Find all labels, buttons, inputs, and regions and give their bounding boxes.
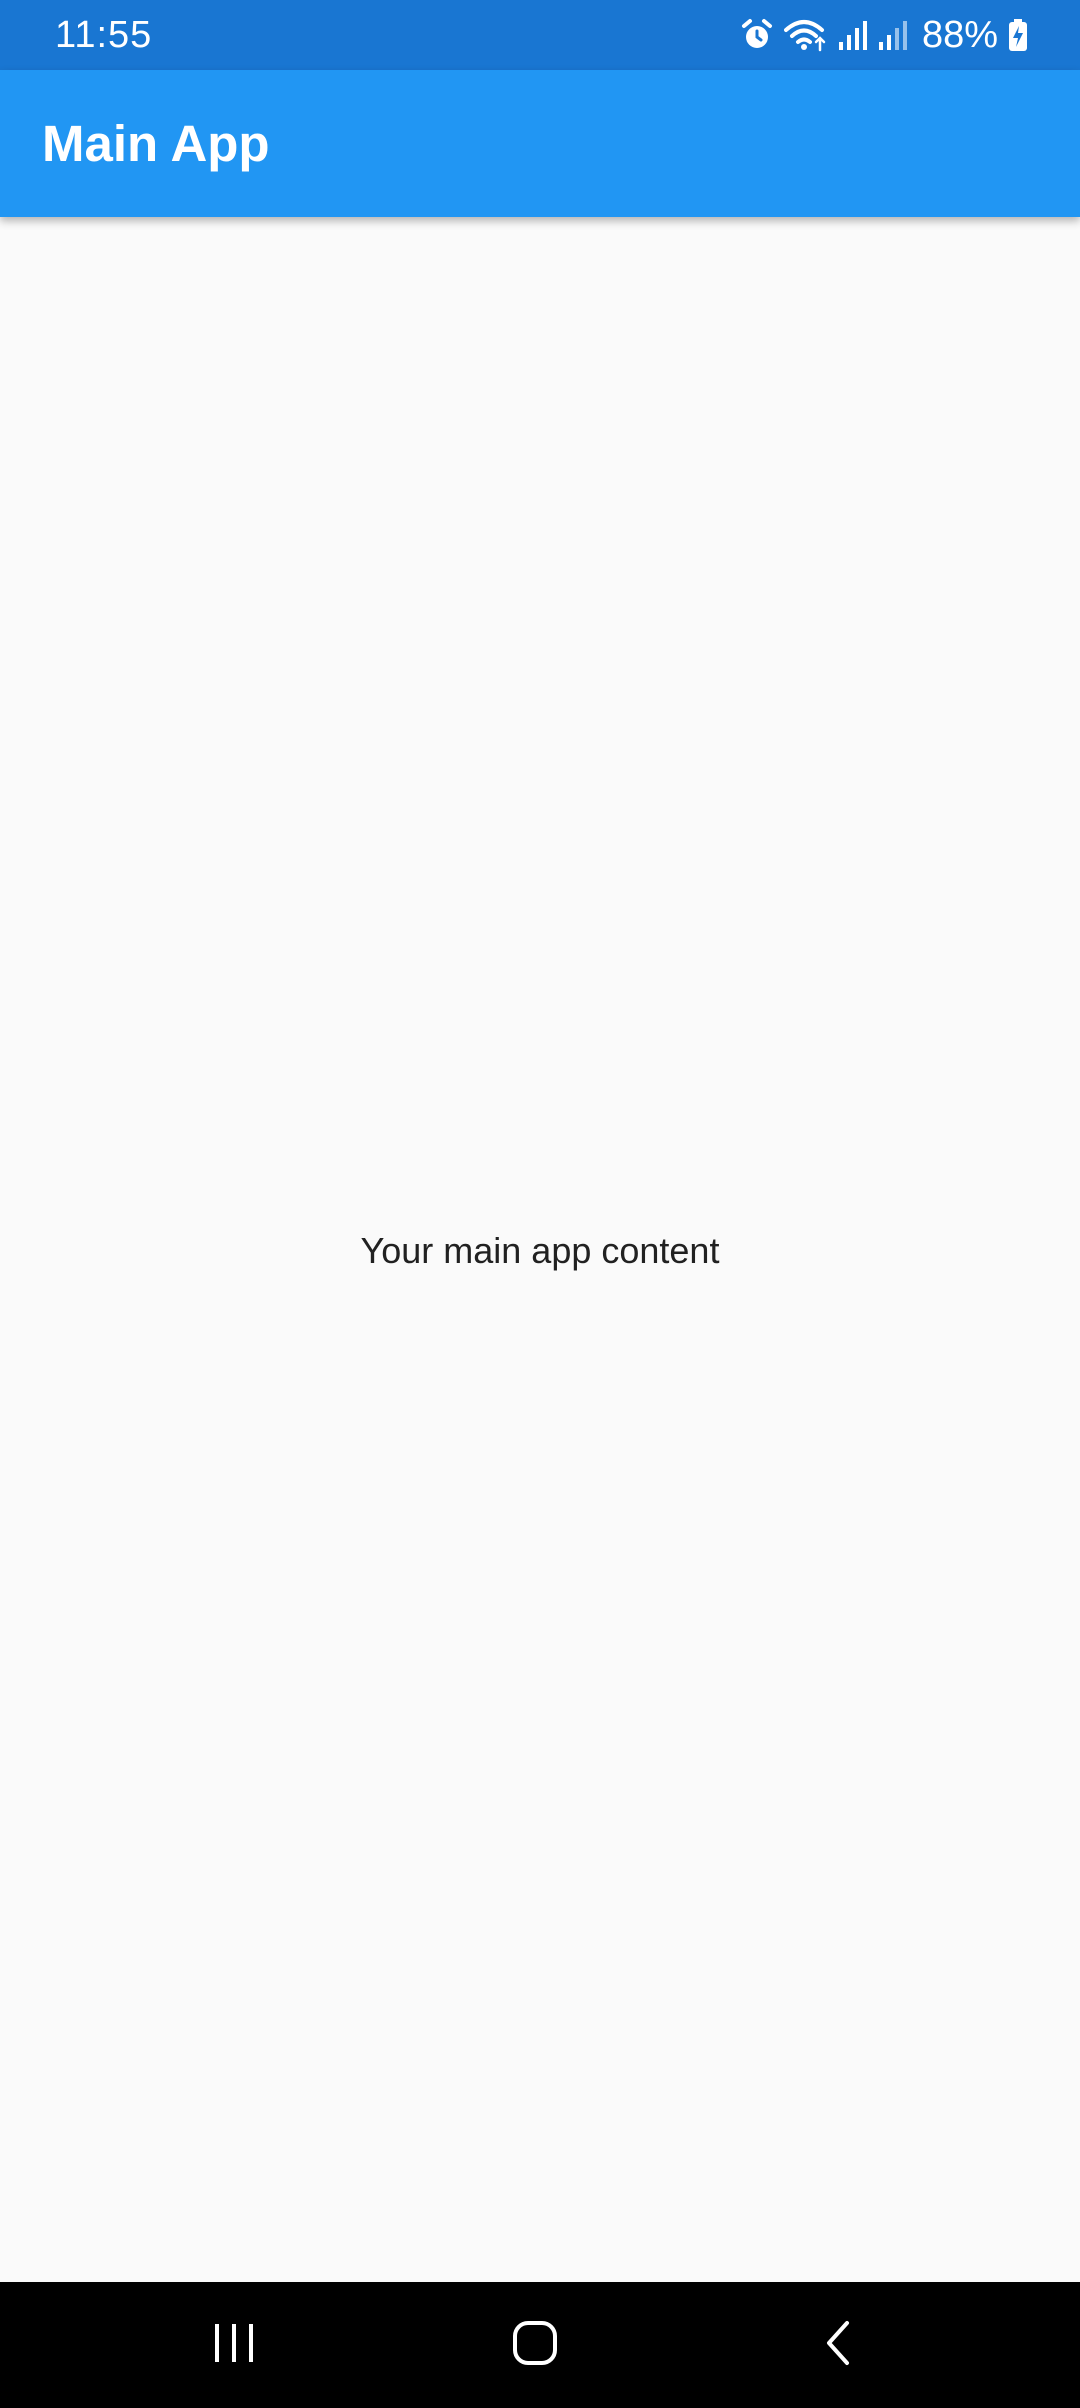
app-bar: Main App (0, 70, 1080, 217)
status-time: 11:55 (55, 14, 153, 56)
navigation-bar (0, 2282, 1080, 2408)
battery-percent: 88% (921, 14, 998, 56)
app-title: Main App (42, 115, 270, 172)
screen: 11:55 88% Main App Your main app content (0, 0, 1080, 2408)
back-icon (823, 2320, 853, 2371)
status-icons: 88% (740, 0, 1028, 70)
home-button[interactable] (455, 2282, 615, 2408)
home-icon (512, 2320, 558, 2371)
signal-icon (838, 18, 868, 52)
recents-button[interactable] (154, 2282, 314, 2408)
signal-icon (878, 18, 908, 52)
wifi-icon (783, 18, 828, 52)
status-bar: 11:55 88% (0, 0, 1080, 70)
main-content-text: Your main app content (360, 1230, 720, 1271)
main-content: Your main app content (0, 217, 1080, 2282)
battery-charging-icon (1008, 18, 1028, 52)
recents-icon (212, 2321, 256, 2370)
alarm-icon (740, 18, 774, 52)
back-button[interactable] (758, 2282, 918, 2408)
